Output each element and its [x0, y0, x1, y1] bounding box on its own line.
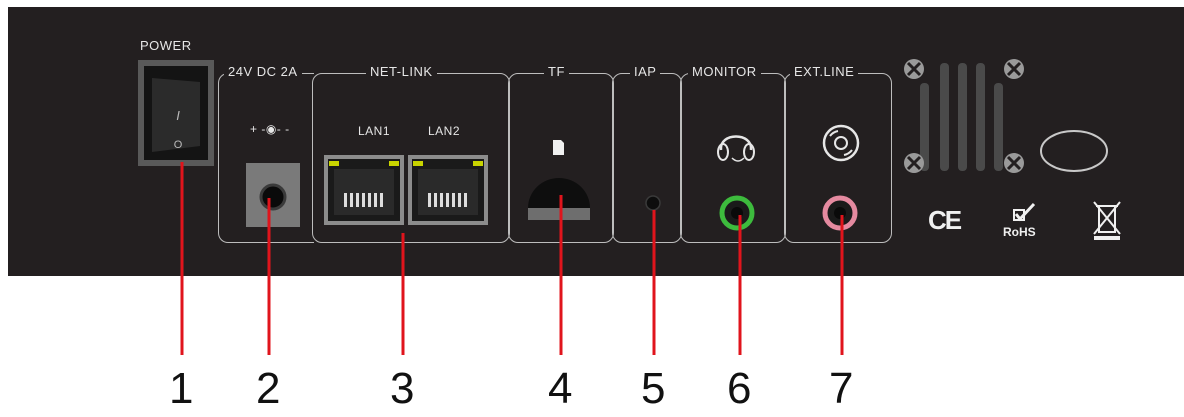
callout-number-5: 5	[641, 364, 666, 413]
callout-number-3: 3	[390, 364, 415, 413]
callout-number-4: 4	[548, 364, 573, 413]
callout-number-7: 7	[829, 364, 854, 413]
callout-number-2: 2	[256, 364, 281, 413]
callout-lines	[180, 162, 844, 355]
callout-number-6: 6	[727, 364, 752, 413]
callout-number-1: 1	[169, 364, 194, 413]
